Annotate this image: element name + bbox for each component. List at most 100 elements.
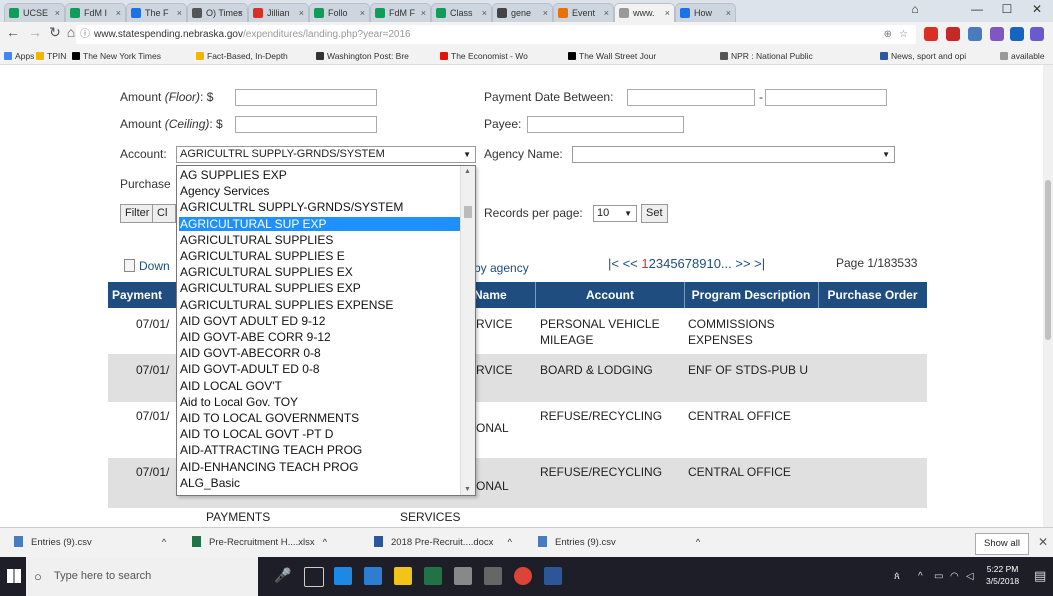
- chevron-up-icon[interactable]: ^: [323, 537, 327, 548]
- wifi-icon[interactable]: ◠: [950, 571, 959, 582]
- page-scrollbar-thumb[interactable]: [1045, 180, 1051, 340]
- excel-icon[interactable]: [424, 567, 442, 585]
- account-select[interactable]: AGRICULTRL SUPPLY-GRNDS/SYSTEM ▼: [176, 146, 476, 163]
- tab-close-icon[interactable]: ×: [238, 4, 243, 22]
- shield-extension-icon[interactable]: [946, 27, 960, 41]
- browser-tab[interactable]: www. ×: [614, 3, 675, 22]
- clear-button[interactable]: Cl: [152, 204, 176, 223]
- by-agency-link[interactable]: by agency: [474, 261, 529, 275]
- extension-icon-2[interactable]: [990, 27, 1004, 41]
- forward-icon[interactable]: →: [26, 24, 44, 40]
- bookmark-item[interactable]: Washington Post: Bre: [316, 48, 409, 64]
- store-icon[interactable]: [394, 567, 412, 585]
- browser-tab[interactable]: Jillian ×: [248, 3, 309, 22]
- agency-name-select[interactable]: ▼: [572, 146, 895, 163]
- browser-tab[interactable]: Event ×: [553, 3, 614, 22]
- tab-close-icon[interactable]: ×: [299, 4, 304, 22]
- microphone-icon[interactable]: 🎤: [274, 567, 292, 585]
- edge-icon[interactable]: [334, 567, 352, 585]
- amount-ceiling-input[interactable]: [235, 116, 377, 133]
- chrome-icon[interactable]: [514, 567, 532, 585]
- tab-close-icon[interactable]: ×: [177, 4, 182, 22]
- tab-close-icon[interactable]: ×: [482, 4, 487, 22]
- browser-tab[interactable]: How ×: [675, 3, 736, 22]
- account-option[interactable]: Aid to Local Gov. TOY: [179, 395, 460, 409]
- bookmark-item[interactable]: available: [1000, 48, 1045, 64]
- file-explorer-icon[interactable]: [364, 567, 382, 585]
- account-option[interactable]: AGRICULTURAL SUPPLIES EXPENSE: [179, 298, 460, 312]
- dropdown-scrollbar[interactable]: ▲ ▼: [460, 166, 475, 495]
- bookmark-item[interactable]: Apps: [4, 48, 34, 64]
- paint-icon[interactable]: [454, 567, 472, 585]
- extension-icon[interactable]: [968, 27, 982, 41]
- volume-icon[interactable]: ◁: [966, 571, 974, 582]
- account-dropdown-list[interactable]: AG SUPPLIES EXP Agency Services AGRICULTRL…: [176, 165, 476, 496]
- account-option[interactable]: AGRICULTRL SUPPLY-GRNDS/SYSTEM: [179, 200, 460, 214]
- account-option[interactable]: AID LOCAL GOV'T: [179, 379, 460, 393]
- pocket-extension-icon[interactable]: [1030, 27, 1044, 41]
- download-item[interactable]: Entries (9).csv ^: [14, 536, 166, 548]
- zoom-icon[interactable]: ⊕: [884, 25, 892, 44]
- calculator-icon[interactable]: [484, 567, 502, 585]
- col-payment[interactable]: Payment: [112, 282, 172, 308]
- account-option[interactable]: AID GOVT-ADULT ED 0-8: [179, 362, 460, 376]
- browser-tab[interactable]: The F ×: [126, 3, 187, 22]
- tab-close-icon[interactable]: ×: [543, 4, 548, 22]
- browser-tab[interactable]: UCSE ×: [4, 3, 65, 22]
- browser-tab[interactable]: FdM I ×: [65, 3, 126, 22]
- account-option[interactable]: AGRICULTURAL SUPPLIES: [179, 233, 460, 247]
- col-purchase-order[interactable]: Purchase Order: [818, 282, 927, 308]
- account-option[interactable]: Agency Services: [179, 184, 460, 198]
- tray-chevron-icon[interactable]: ^: [918, 571, 923, 582]
- clock[interactable]: 5:22 PM 3/5/2018: [986, 563, 1019, 587]
- account-option[interactable]: AID TO LOCAL GOVT -PT D: [179, 427, 460, 441]
- account-option[interactable]: AID GOVT-ABECORR 0-8: [179, 346, 460, 360]
- extension-icon-3[interactable]: [1010, 27, 1024, 41]
- scroll-down-icon[interactable]: ▼: [464, 486, 471, 493]
- chevron-up-icon[interactable]: ^: [696, 537, 700, 548]
- dropdown-scrollbar-thumb[interactable]: [464, 206, 472, 218]
- browser-tab[interactable]: gene ×: [492, 3, 553, 22]
- account-option[interactable]: AGRICULTURAL SUPPLIES E: [179, 249, 460, 263]
- tab-close-icon[interactable]: ×: [360, 4, 365, 22]
- account-option[interactable]: AGRICULTURAL SUPPLIES EXP: [179, 281, 460, 295]
- download-item[interactable]: Entries (9).csv ^: [538, 536, 700, 548]
- scroll-up-icon[interactable]: ▲: [464, 168, 471, 175]
- tab-close-icon[interactable]: ×: [604, 4, 609, 22]
- maximize-button[interactable]: ☐: [992, 2, 1022, 16]
- taskbar-search[interactable]: ○ Type here to search: [26, 557, 258, 596]
- account-option[interactable]: AID TO LOCAL GOVERNMENTS: [179, 411, 460, 425]
- pager-next[interactable]: >> >|: [735, 256, 765, 271]
- minimize-button[interactable]: —: [962, 2, 992, 16]
- account-option[interactable]: AID-ENHANCING TEACH PROG: [179, 460, 460, 474]
- bookmark-item[interactable]: News, sport and opi: [880, 48, 966, 64]
- word-icon[interactable]: [544, 567, 562, 585]
- bookmark-item[interactable]: TPIN: [36, 48, 66, 64]
- tab-close-icon[interactable]: ×: [726, 4, 731, 22]
- download-item[interactable]: 2018 Pre-Recruit....docx ^: [374, 536, 512, 548]
- col-program-description[interactable]: Program Description: [684, 282, 819, 308]
- account-option[interactable]: AID GOVT ADULT ED 9-12: [179, 314, 460, 328]
- payee-input[interactable]: [527, 116, 684, 133]
- tab-close-icon[interactable]: ×: [665, 4, 670, 22]
- amount-floor-input[interactable]: [235, 89, 377, 106]
- pager-prev[interactable]: |< <<: [608, 256, 638, 271]
- records-per-page-select[interactable]: 10 ▼: [593, 205, 637, 222]
- browser-tab[interactable]: Follo ×: [309, 3, 370, 22]
- account-option[interactable]: AG SUPPLIES EXP: [179, 168, 460, 182]
- opera-extension-icon[interactable]: [924, 27, 938, 41]
- browser-tab[interactable]: Class ×: [431, 3, 492, 22]
- account-option[interactable]: AGRICULTURAL SUP EXP: [179, 216, 460, 231]
- account-option[interactable]: ALG_Basic: [179, 476, 460, 490]
- set-button[interactable]: Set: [641, 204, 668, 223]
- close-downloads-icon[interactable]: ✕: [1038, 535, 1048, 549]
- col-account[interactable]: Account: [536, 282, 685, 308]
- bookmark-item[interactable]: NPR : National Public: [720, 48, 813, 64]
- account-option[interactable]: AGRICULTURAL SUPPLIES EX: [179, 265, 460, 279]
- chevron-up-icon[interactable]: ^: [162, 537, 166, 548]
- filter-button[interactable]: Filter: [120, 204, 155, 223]
- table-row[interactable]: PAYMENTS SERVICES: [108, 508, 927, 527]
- tab-close-icon[interactable]: ×: [421, 4, 426, 22]
- network-icon[interactable]: ▭: [934, 571, 943, 582]
- browser-tab[interactable]: FdM F ×: [370, 3, 431, 22]
